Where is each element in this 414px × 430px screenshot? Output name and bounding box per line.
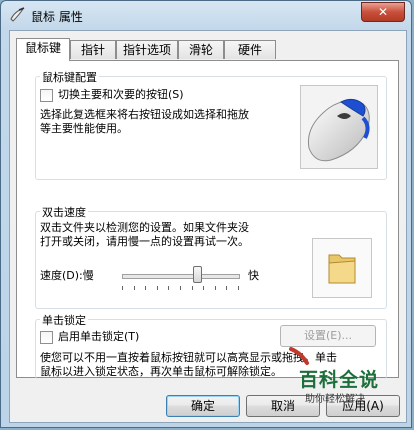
slider-tick [133,286,135,290]
slider-tick [214,286,216,290]
button-config-title: 鼠标键配置 [40,69,99,85]
watermark-subtitle: 助你轻松解决 [305,394,365,405]
folder-icon [328,254,356,284]
slider-tick [122,286,123,290]
click-lock-label[interactable]: 启用单击锁定(T) [58,330,139,344]
slider-tick [203,286,205,290]
speed-slider-track[interactable] [122,274,240,279]
slider-tick [156,286,158,290]
tab-pointers[interactable]: 指针 [70,40,116,59]
mouse-image [300,85,378,169]
tab-wheel[interactable]: 滑轮 [178,40,224,59]
window-title: 鼠标 属性 [31,10,83,24]
button-config-desc-line2: 等主要性能使用。 [40,122,128,135]
mouse-properties-window: 鼠标 属性 ✕ 鼠标键 指针 指针选项 滑轮 硬件 鼠标键配置 切换主要和次要的… [0,0,412,428]
ok-button[interactable]: 确定 [166,395,240,417]
speed-slider-thumb[interactable] [193,266,203,283]
double-click-desc-line1: 双击文件夹以检测您的设置。如果文件夹没 [40,221,249,234]
test-folder-area[interactable] [312,238,372,298]
mouse-illustration [307,98,370,162]
slider-tick [238,286,239,290]
click-lock-desc-line2: 鼠标以进入锁定状态，再次单击鼠标可解除锁定。 [40,365,282,378]
click-lock-checkbox[interactable] [40,331,53,344]
watermark-title: 百科全说 [299,369,380,391]
double-click-group: 双击速度 双击文件夹以检测您的设置。如果文件夹没 打开或关闭，请用慢一点的设置再… [35,204,387,309]
button-config-desc-line1: 选择此复选框来将右按钮设成如选择和拖放 [40,108,249,121]
slider-tick [191,286,193,290]
slider-tick [226,286,228,290]
speed-label: 速度(D):慢 [40,269,94,282]
double-click-desc-line2: 打开或关闭，请用慢一点的设置再试一次。 [40,235,249,248]
speed-fast-label: 快 [248,269,259,282]
close-button[interactable]: ✕ [361,2,405,22]
mouse-pointer-icon [10,7,25,22]
switch-buttons-label[interactable]: 切换主要和次要的按钮(S) [58,88,184,102]
tab-hardware[interactable]: 硬件 [224,40,276,59]
switch-buttons-checkbox[interactable] [40,89,53,102]
tab-pointer-options[interactable]: 指针选项 [116,40,178,59]
slider-tick [168,286,170,290]
tab-panel-buttons: 鼠标键配置 切换主要和次要的按钮(S) 选择此复选框来将右按钮设成如选择和拖放 … [16,60,399,379]
watermark: 百科全说 助你轻松解决 [285,347,395,411]
click-lock-title: 单击锁定 [40,312,88,328]
slider-tick [145,286,147,290]
button-config-group: 鼠标键配置 切换主要和次要的按钮(S) 选择此复选框来将右按钮设成如选择和拖放 … [35,69,387,180]
double-click-title: 双击速度 [40,204,88,220]
tab-buttons[interactable]: 鼠标键 [16,38,70,61]
slider-tick [180,286,181,290]
title-bar[interactable]: 鼠标 属性 ✕ [1,1,411,29]
